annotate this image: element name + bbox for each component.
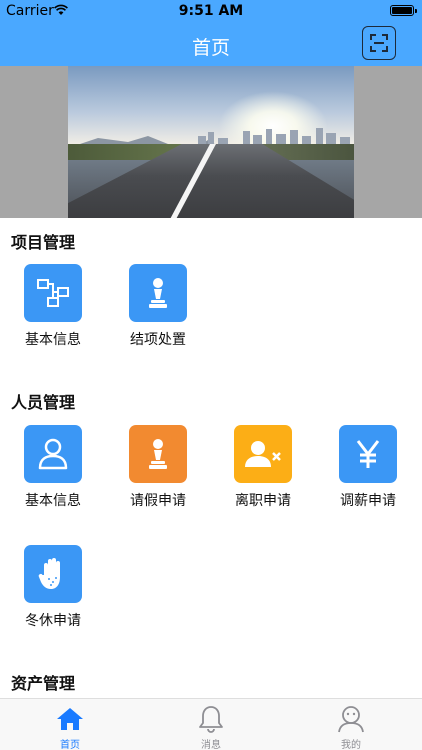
tile-label: 请假申请 — [130, 493, 186, 509]
tab-bar: 首页 消息 我的 — [0, 698, 422, 750]
tile-label: 基本信息 — [25, 493, 81, 509]
tab-home[interactable]: 首页 — [30, 705, 110, 750]
bell-icon — [199, 706, 223, 733]
status-time: 9:51 AM — [178, 3, 244, 19]
home-icon — [57, 708, 83, 730]
tile-salary-adjustment[interactable]: 调薪申请 — [327, 425, 409, 510]
tile-label: 离职申请 — [235, 493, 291, 509]
tile-label: 调薪申请 — [340, 493, 396, 509]
flowchart-icon — [37, 279, 69, 307]
section-title-assets: 资产管理 — [11, 674, 76, 693]
tab-profile[interactable]: 我的 — [311, 705, 391, 750]
tile-label: 基本信息 — [25, 332, 81, 348]
tile-project-closure[interactable]: 结项处置 — [117, 264, 199, 349]
tile-label: 冬休申请 — [25, 613, 81, 629]
banner-image — [68, 66, 354, 218]
section-title-project: 项目管理 — [11, 233, 76, 252]
tab-label: 首页 — [60, 740, 80, 750]
tile-personnel-basic-info[interactable]: 基本信息 — [12, 425, 94, 510]
tile-label: 结项处置 — [130, 332, 186, 348]
status-bar: Carrier 9:51 AM — [0, 0, 422, 22]
page-title: 首页 — [191, 37, 230, 59]
person-icon — [38, 438, 68, 470]
banner-carousel[interactable] — [0, 66, 422, 218]
hand-icon — [38, 558, 60, 589]
qr-scan-icon — [370, 34, 388, 52]
section-title-personnel: 人员管理 — [11, 393, 76, 412]
chess-pawn-icon — [149, 278, 167, 308]
chess-pawn-icon — [149, 439, 167, 469]
scan-button[interactable] — [362, 26, 396, 60]
tile-leave-request[interactable]: 请假申请 — [117, 425, 199, 510]
tile-winter-break-request[interactable]: 冬休申请 — [12, 545, 94, 630]
tile-resignation-request[interactable]: 离职申请 — [222, 425, 304, 510]
tab-messages[interactable]: 消息 — [171, 705, 251, 750]
user-remove-icon — [245, 441, 281, 467]
tile-project-basic-info[interactable]: 基本信息 — [12, 264, 94, 349]
tab-label: 消息 — [201, 740, 221, 750]
battery-icon — [390, 5, 417, 16]
yen-icon — [356, 440, 380, 468]
nav-header: Carrier 9:51 AM 首页 — [0, 0, 422, 66]
tab-label: 我的 — [341, 740, 361, 750]
profile-icon — [338, 706, 364, 733]
